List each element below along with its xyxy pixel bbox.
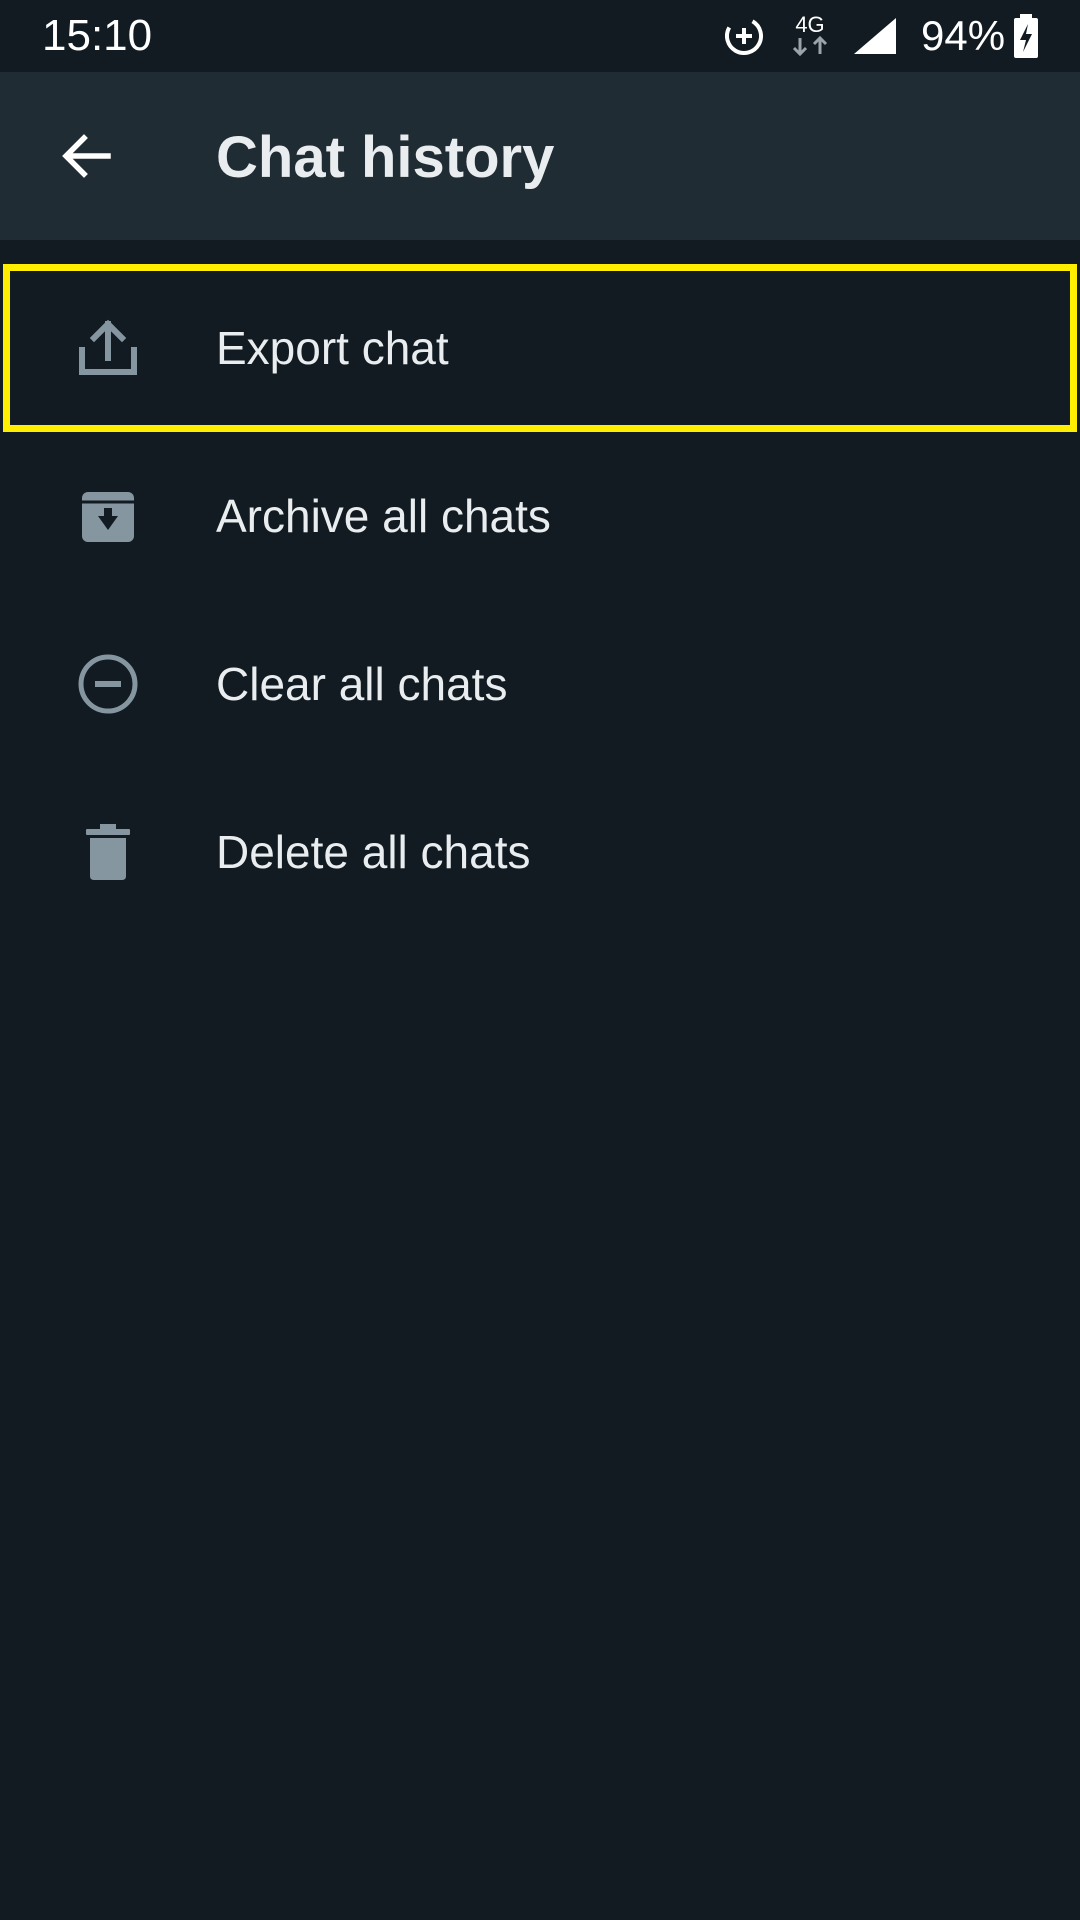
signal-icon bbox=[852, 16, 898, 56]
battery-percent: 94% bbox=[921, 12, 1006, 59]
archive-all-chats-label: Archive all chats bbox=[216, 490, 551, 542]
arrow-left-icon bbox=[62, 134, 111, 178]
delete-all-chats-label: Delete all chats bbox=[216, 826, 531, 878]
menu-list: Export chat Archive all chats Clear all … bbox=[0, 264, 1080, 936]
archive-all-chats-item[interactable]: Archive all chats bbox=[0, 432, 1080, 600]
export-icon bbox=[72, 312, 144, 384]
page-title: Chat history bbox=[216, 125, 555, 190]
clear-all-chats-item[interactable]: Clear all chats bbox=[0, 600, 1080, 768]
clear-all-chats-label: Clear all chats bbox=[216, 658, 508, 710]
clear-icon bbox=[72, 648, 144, 720]
status-time: 15:10 bbox=[42, 11, 153, 60]
delete-all-chats-item[interactable]: Delete all chats bbox=[0, 768, 1080, 936]
network-type-label: 4G bbox=[795, 12, 824, 37]
back-button[interactable] bbox=[42, 112, 130, 200]
status-bar: 15:10 4G 94% bbox=[0, 0, 1080, 72]
network-type-icon: 4G bbox=[790, 12, 830, 60]
screen: 15:10 4G 94% Chat history Export chat Ar… bbox=[0, 0, 1080, 1920]
trash-icon bbox=[72, 816, 144, 888]
export-chat-item[interactable]: Export chat bbox=[3, 264, 1077, 432]
export-chat-label: Export chat bbox=[216, 322, 449, 374]
app-bar: Chat history bbox=[0, 72, 1080, 240]
data-saver-icon bbox=[722, 14, 766, 58]
battery-charging-icon bbox=[1012, 14, 1040, 58]
archive-icon bbox=[72, 480, 144, 552]
